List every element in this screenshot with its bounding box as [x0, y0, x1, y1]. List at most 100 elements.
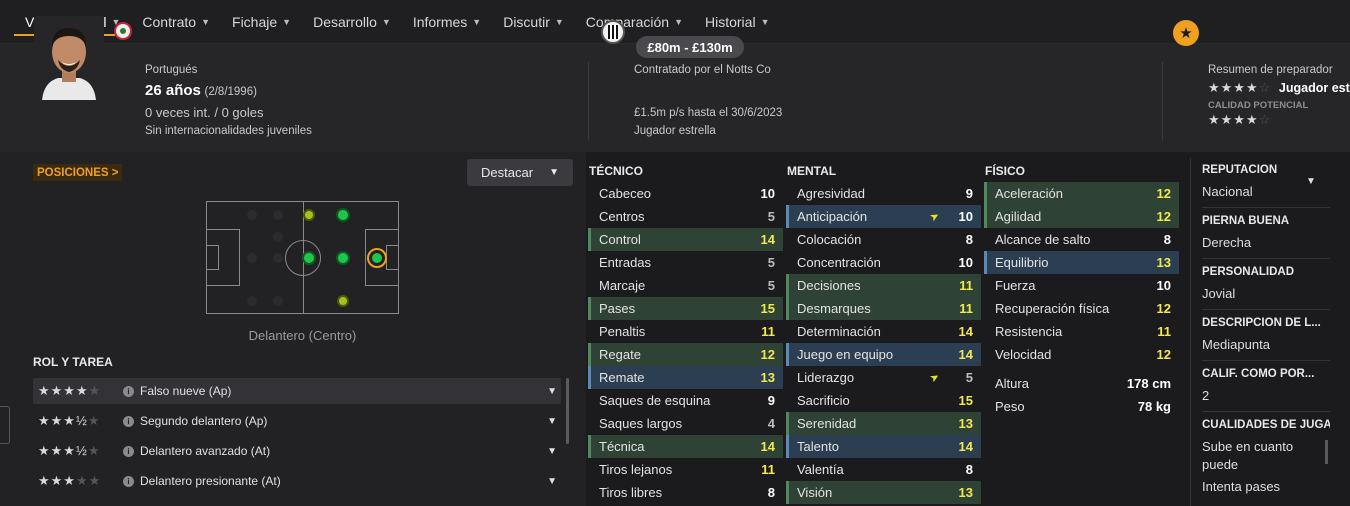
attribute-row[interactable]: Remate 13	[588, 366, 783, 389]
chevron-down-icon[interactable]: ▼	[547, 386, 557, 397]
rating-label: CALIF. COMO POR...	[1202, 368, 1315, 380]
attribute-row[interactable]: Visión 13	[786, 481, 981, 504]
chevron-down-icon: ▼	[282, 16, 292, 27]
player-photo	[34, 16, 104, 100]
tab-label: Comparación	[585, 13, 670, 30]
attribute-row[interactable]: Saques de esquina 9	[588, 389, 783, 412]
attribute-row[interactable]: Anticipación ➤ 10	[786, 205, 981, 228]
tab-discutir[interactable]: Discutir ▼	[492, 0, 575, 44]
attribute-row[interactable]: Centros 5	[588, 205, 783, 228]
attribute-row[interactable]: Desmarques 11	[786, 297, 981, 320]
position-dot-aml	[336, 208, 350, 222]
highlight-button[interactable]: Destacar ▼	[467, 159, 573, 186]
tab-informes[interactable]: Informes ▼	[402, 0, 492, 44]
attribute-row[interactable]: Resistencia 11	[984, 320, 1179, 343]
position-dot-amc	[336, 251, 350, 265]
attribute-row[interactable]: Regate 12	[588, 343, 783, 366]
role-row[interactable]: ★★★★★ i Falso nueve (Ap) ▼	[33, 378, 561, 404]
technical-title: TÉCNICO	[589, 164, 643, 178]
attribute-name: Desmarques	[797, 301, 871, 316]
date-of-birth: (2/8/1996)	[204, 86, 257, 98]
attribute-name: Liderazgo	[797, 370, 855, 385]
role-row[interactable]: ★★★½★ i Delantero avanzado (At) ▼	[33, 438, 561, 464]
attribute-row[interactable]: Concentración 10	[786, 251, 981, 274]
attribute-row[interactable]: Recuperación física 12	[984, 297, 1179, 320]
attribute-row[interactable]: Sacrificio 15	[786, 389, 981, 412]
attribute-row[interactable]: Aceleración 12	[984, 182, 1179, 205]
attribute-row[interactable]: Liderazgo ➤ 5	[786, 366, 981, 389]
roles-scrollbar[interactable]	[566, 378, 569, 444]
attribute-value: 4	[767, 416, 775, 431]
attribute-row[interactable]: Valentía 8	[786, 458, 981, 481]
attribute-name: Penaltis	[599, 324, 646, 339]
attribute-name: Aceleración	[995, 186, 1063, 201]
attribute-row[interactable]: Entradas 5	[588, 251, 783, 274]
tab-contrato[interactable]: Contrato ▼	[131, 0, 221, 44]
side-panel-handle[interactable]	[0, 406, 10, 444]
attribute-row[interactable]: Decisiones 11	[786, 274, 981, 297]
attribute-row[interactable]: Pases 15	[588, 297, 783, 320]
attribute-row[interactable]: Agresividad 9	[786, 182, 981, 205]
attribute-row[interactable]: Determinación 14	[786, 320, 981, 343]
nationality: Portugués	[145, 64, 198, 76]
role-stars: ★★★½★	[38, 443, 101, 458]
personality-value: Jovial	[1202, 286, 1236, 301]
attribute-name: Concentración	[797, 255, 881, 270]
selected-position-label: Delantero (Centro)	[248, 328, 357, 343]
tab-fichaje[interactable]: Fichaje ▼	[221, 0, 302, 44]
trait-item: Intenta pases	[1202, 479, 1281, 494]
attribute-name: Juego en equipo	[797, 347, 894, 362]
divider	[1202, 309, 1330, 310]
role-row[interactable]: ★★★★★ i Delantero presionante (At) ▼	[33, 468, 561, 494]
attribute-name: Anticipación	[797, 209, 868, 224]
role-row[interactable]: ★★★½★ i Segundo delantero (Ap) ▼	[33, 408, 561, 434]
attribute-row[interactable]: Colocación 8	[786, 228, 981, 251]
attribute-row[interactable]: Fuerza 10	[984, 274, 1179, 297]
attribute-row[interactable]: Cabeceo 10	[588, 182, 783, 205]
chevron-down-icon: ▼	[472, 16, 482, 27]
attribute-value: 11	[959, 301, 973, 316]
divider	[1202, 411, 1330, 412]
foot-value: Derecha	[1202, 235, 1252, 250]
positions-link[interactable]: POSICIONES >	[33, 164, 123, 181]
attribute-row[interactable]: Velocidad 12	[984, 343, 1179, 366]
transfer-value[interactable]: £80m - £130m	[636, 36, 744, 58]
chevron-down-icon[interactable]: ▼	[547, 446, 557, 457]
attribute-value: 10	[958, 209, 973, 224]
attribute-row[interactable]: Tiros lejanos 11	[588, 458, 783, 481]
description-label: DESCRIPCIÓN DE L...	[1202, 317, 1321, 329]
attribute-value: 9	[965, 186, 973, 201]
chevron-down-icon[interactable]: ▼	[1306, 176, 1316, 187]
attribute-name: Pases	[599, 301, 636, 316]
attribute-row[interactable]: Tiros libres 8	[588, 481, 783, 504]
attribute-row[interactable]: Penaltis 11	[588, 320, 783, 343]
tab-label: Contrato	[142, 13, 197, 30]
chevron-down-icon[interactable]: ▼	[547, 476, 557, 487]
info-icon[interactable]: i	[123, 415, 134, 427]
attribute-row[interactable]: Control 14	[588, 228, 783, 251]
attribute-row[interactable]: Talento 14	[786, 435, 981, 458]
chevron-down-icon[interactable]: ▼	[547, 416, 557, 427]
attribute-row[interactable]: Agilidad 12	[984, 205, 1179, 228]
info-scrollbar[interactable]	[1325, 440, 1328, 464]
divider	[1202, 258, 1330, 259]
attribute-row[interactable]: Serenidad 13	[786, 412, 981, 435]
position-dot-mc	[302, 251, 316, 265]
international-caps: 0 veces int. / 0 goles	[145, 105, 264, 120]
attribute-row[interactable]: Juego en equipo 14	[786, 343, 981, 366]
attribute-row[interactable]: Alcance de salto 8	[984, 228, 1179, 251]
attribute-value: 13	[958, 485, 973, 500]
info-icon[interactable]: i	[123, 385, 134, 397]
tab-desarrollo[interactable]: Desarrollo ▼	[302, 0, 402, 44]
personality-block: PERSONALIDAD Jovial	[1202, 266, 1330, 303]
info-icon[interactable]: i	[123, 445, 134, 457]
position-dot	[247, 253, 257, 263]
attribute-name: Equilibrio	[995, 255, 1049, 270]
info-icon[interactable]: i	[123, 475, 134, 487]
attribute-row[interactable]: Marcaje 5	[588, 274, 783, 297]
position-dot	[247, 296, 257, 306]
attribute-row[interactable]: Saques largos 4	[588, 412, 783, 435]
divider	[1202, 360, 1330, 361]
attribute-row[interactable]: Equilibrio 13	[984, 251, 1179, 274]
attribute-row[interactable]: Técnica 14	[588, 435, 783, 458]
